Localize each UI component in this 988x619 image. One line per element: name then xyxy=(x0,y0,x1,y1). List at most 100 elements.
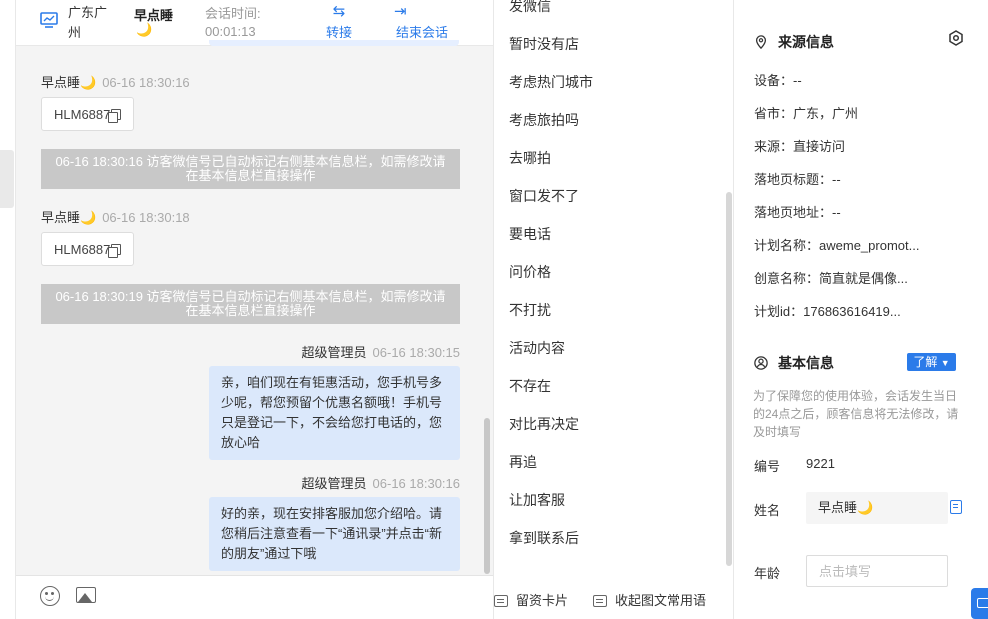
quick-reply-item[interactable]: 对比再决定 xyxy=(509,414,579,434)
info-row-plan-id: 计划id：176863616419... xyxy=(754,301,901,320)
message-text: HLM6887 xyxy=(54,242,111,257)
row-value: aweme_promot... xyxy=(819,238,920,253)
gear-icon[interactable] xyxy=(948,30,964,46)
system-note: 06-16 18:30:19 访客微信号已自动标记右侧基本信息栏，如需修改请在基… xyxy=(41,284,460,324)
quick-reply-scrollbar[interactable] xyxy=(726,192,732,566)
sender-name: 早点睡🌙 xyxy=(41,210,97,225)
message-time: 06-16 18:30:16 xyxy=(372,476,460,491)
row-value: 广东，广州 xyxy=(793,106,859,121)
message-time: 06-16 18:30:18 xyxy=(102,210,190,225)
previous-bubble-edge xyxy=(209,40,459,46)
message-meta: 早点睡🌙 06-16 18:30:18 xyxy=(41,207,190,226)
quick-reply-item[interactable]: 不存在 xyxy=(509,376,551,396)
quick-reply-item[interactable]: 让加客服 xyxy=(509,490,565,510)
quick-reply-item[interactable]: 暂时没有店 xyxy=(509,34,579,54)
source-info-label: 来源信息 xyxy=(778,34,834,50)
left-strip xyxy=(0,0,16,619)
monitor-icon xyxy=(40,12,58,28)
chat-scrollbar[interactable] xyxy=(484,418,490,574)
quick-reply-item[interactable]: 活动内容 xyxy=(509,338,565,358)
id-label: 编号 xyxy=(754,459,781,474)
basic-info-title: 基本信息 xyxy=(754,353,834,373)
row-label: 来源： xyxy=(754,139,794,154)
session-time-label: 会话时间: xyxy=(205,6,261,21)
row-label: 计划id： xyxy=(754,304,804,319)
row-label: 创意名称： xyxy=(754,271,820,286)
quick-reply-item[interactable]: 发微信 xyxy=(509,0,551,16)
row-value: -- xyxy=(832,172,841,187)
transfer-icon: ⇆ xyxy=(332,3,346,20)
quick-reply-item[interactable]: 再追 xyxy=(509,452,537,472)
edit-notice: 为了保障您的使用体验，会话发生当日的24点之后，顾客信息将无法修改，请及时填写 xyxy=(753,389,959,439)
agent-message[interactable]: 亲，咱们现在有钜惠活动，您手机号多少呢，帮您预留个优惠名额哦！手机号只是登记一下… xyxy=(209,366,460,460)
info-panel: 来源信息 设备：-- 省市：广东，广州 来源：直接访问 落地页标题：-- 落地页… xyxy=(733,0,988,619)
session-time-value: 00:01:13 xyxy=(205,24,256,39)
copy-icon[interactable] xyxy=(108,109,122,123)
info-row-landing-url: 落地页地址：-- xyxy=(754,202,841,221)
quick-reply-item[interactable]: 拿到联系后 xyxy=(509,528,579,548)
quick-reply-item[interactable]: 不打扰 xyxy=(509,300,551,320)
chat-panel: 广东广州 早点睡 🌙 会话时间: 00:01:13 ⇆ 转接 ⇥ 结束会话 早点… xyxy=(16,0,493,619)
copy-icon[interactable] xyxy=(108,244,122,258)
info-row-creative-name: 创意名称：简直就是偶像... xyxy=(754,268,908,287)
sender-name: 早点睡🌙 xyxy=(41,75,97,90)
info-row-city: 省市：广东，广州 xyxy=(754,103,858,122)
info-row-device: 设备：-- xyxy=(754,70,802,89)
row-label: 省市： xyxy=(754,106,794,121)
row-value: 176863616419... xyxy=(803,304,901,319)
name-label: 姓名 xyxy=(754,503,781,518)
card-icon xyxy=(494,595,508,607)
caret-down-icon: ▼ xyxy=(940,358,950,368)
age-input[interactable] xyxy=(806,555,948,587)
location-pin-icon xyxy=(755,35,767,49)
system-note: 06-16 18:30:16 访客微信号已自动标记右侧基本信息栏，如需修改请在基… xyxy=(41,149,460,189)
message-time: 06-16 18:30:15 xyxy=(372,345,460,360)
info-row-source: 来源：直接访问 xyxy=(754,136,845,155)
chat-toolbar xyxy=(16,575,493,619)
id-value: 9221 xyxy=(806,456,835,471)
basic-info-label: 基本信息 xyxy=(778,355,834,371)
visitor-message[interactable]: HLM6887 xyxy=(41,232,135,266)
row-label: 计划名称： xyxy=(754,238,820,253)
message-text: HLM6887 xyxy=(54,107,111,122)
collapse-phrases-button[interactable]: 收起图文常用语 xyxy=(593,590,706,609)
quick-reply-item[interactable]: 问价格 xyxy=(509,262,551,282)
row-value: -- xyxy=(832,205,841,220)
emoji-icon[interactable] xyxy=(40,586,60,606)
learn-more-button[interactable]: 了解 ▼ xyxy=(907,353,956,371)
transfer-label: 转接 xyxy=(325,25,352,40)
quick-reply-item[interactable]: 考虑热门城市 xyxy=(509,72,593,92)
source-info-title: 来源信息 xyxy=(754,32,834,52)
copy-icon[interactable] xyxy=(950,500,962,514)
quick-reply-item[interactable]: 要电话 xyxy=(509,224,551,244)
learn-more-label: 了解 xyxy=(913,355,938,369)
age-label: 年龄 xyxy=(754,566,781,581)
transfer-button[interactable]: ⇆ 转接 xyxy=(322,2,356,41)
name-field[interactable]: 早点睡🌙 xyxy=(806,492,948,524)
info-row-landing-title: 落地页标题：-- xyxy=(754,169,841,188)
row-value: 直接访问 xyxy=(793,139,846,154)
floating-chat-button[interactable] xyxy=(971,588,988,619)
end-session-button[interactable]: ⇥ 结束会话 xyxy=(392,2,452,41)
row-label: 落地页地址： xyxy=(754,205,833,220)
moon-emoji: 🌙 xyxy=(136,22,153,37)
image-icon[interactable] xyxy=(76,587,96,603)
message-time: 06-16 18:30:16 xyxy=(102,75,190,90)
quick-reply-item[interactable]: 去哪拍 xyxy=(509,148,551,168)
row-value: -- xyxy=(793,73,802,88)
row-value: 简直就是偶像... xyxy=(819,271,908,286)
message-meta: 超级管理员 06-16 18:30:15 xyxy=(302,342,460,361)
info-row-plan-name: 计划名称：aweme_promot... xyxy=(754,235,919,254)
quick-reply-item[interactable]: 窗口发不了 xyxy=(509,186,579,206)
agent-message[interactable]: 好的亲，现在安排客服加您介绍哈。请您稍后注意查看一下“通讯录”并点击“新的朋友”… xyxy=(209,497,460,571)
collapse-phrases-label: 收起图文常用语 xyxy=(615,593,707,608)
row-label: 设备： xyxy=(754,73,794,88)
visitor-message[interactable]: HLM6887 xyxy=(41,97,135,131)
lead-card-button[interactable]: 留资卡片 xyxy=(494,590,568,609)
collapse-tab[interactable] xyxy=(0,150,14,208)
chat-header: 广东广州 早点睡 🌙 会话时间: 00:01:13 ⇆ 转接 ⇥ 结束会话 xyxy=(16,0,493,46)
message-meta: 超级管理员 06-16 18:30:16 xyxy=(302,473,460,492)
quick-reply-item[interactable]: 考虑旅拍吗 xyxy=(509,110,579,130)
card-icon xyxy=(593,595,607,607)
sender-name: 超级管理员 xyxy=(301,476,367,491)
